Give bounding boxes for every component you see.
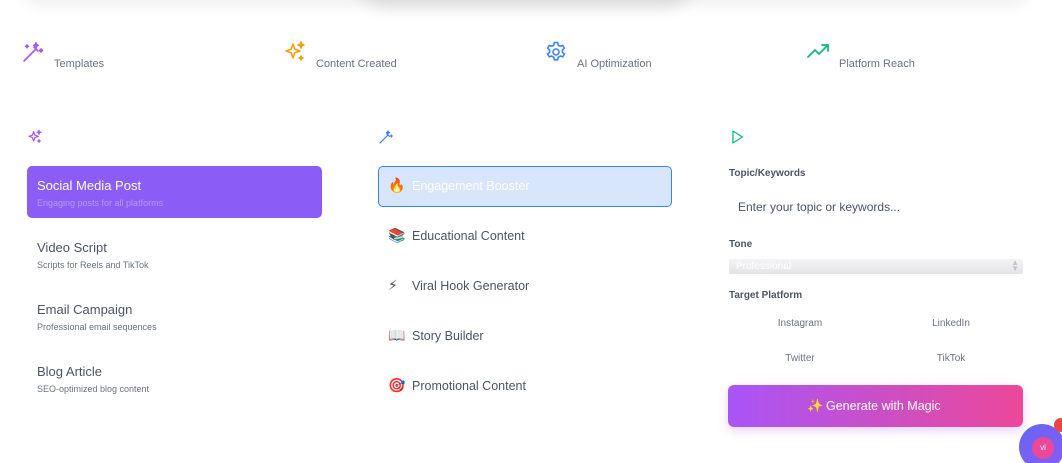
lightning-icon: ⚡ <box>388 277 398 293</box>
open-book-icon: 📖 <box>388 327 406 343</box>
content-type-title: Email Campaign <box>37 302 133 317</box>
trending-up-icon <box>807 44 829 58</box>
style-promotional-content[interactable]: 🎯 Promotional Content <box>378 366 672 407</box>
style-label: Viral Hook Generator <box>412 279 530 293</box>
gear-icon <box>546 41 566 61</box>
stat-label: Templates <box>54 58 105 70</box>
content-type-blog-article[interactable]: Blog Article SEO-optimized blog content <box>27 352 322 404</box>
generate-button-label: Generate with Magic <box>826 399 941 413</box>
content-type-title: Blog Article <box>37 364 103 379</box>
notification-dot <box>1054 418 1062 432</box>
content-type-email-campaign[interactable]: Email Campaign Professional email sequen… <box>27 290 322 342</box>
platform-option-linkedin[interactable]: LinkedIn <box>891 318 1011 329</box>
platform-option-tiktok[interactable]: TikTok <box>891 353 1011 364</box>
play-icon <box>732 130 743 144</box>
tone-value: Professional <box>736 261 792 272</box>
content-type-subtitle: Professional email sequences <box>37 322 157 332</box>
style-educational-content[interactable]: 📚 Educational Content <box>378 216 672 257</box>
style-label: Engagement Booster <box>412 179 530 193</box>
topic-label: Topic/Keywords <box>729 168 806 179</box>
style-label: Educational Content <box>412 229 525 243</box>
avatar: vi <box>1032 437 1054 459</box>
generate-button[interactable]: ✨ Generate with Magic <box>728 385 1023 427</box>
target-icon: 🎯 <box>388 377 406 393</box>
stat-label: Content Created <box>316 58 397 70</box>
style-story-builder[interactable]: 📖 Story Builder <box>378 316 672 357</box>
platform-option-twitter[interactable]: Twitter <box>740 353 860 364</box>
stat-label: Platform Reach <box>839 58 915 70</box>
magic-wand-icon <box>379 130 393 144</box>
platform-option-instagram[interactable]: Instagram <box>740 318 860 329</box>
sparkles-icon: ✨ <box>807 398 824 413</box>
select-arrows-icon: ▲ ▼ <box>1011 258 1019 273</box>
tone-label: Tone <box>729 239 753 250</box>
fire-icon: 🔥 <box>388 177 406 193</box>
content-type-video-script[interactable]: Video Script Scripts for Reels and TikTo… <box>27 228 322 280</box>
content-type-subtitle: Engaging posts for all platforms <box>37 198 164 208</box>
content-type-social-media-post[interactable]: Social Media Post Engaging posts for all… <box>27 166 322 218</box>
content-type-title: Social Media Post <box>37 178 142 193</box>
tone-select[interactable]: Professional ▲ ▼ <box>729 259 1023 274</box>
topic-input[interactable] <box>729 192 1023 222</box>
magic-wand-icon <box>23 42 44 62</box>
style-label: Promotional Content <box>412 379 526 393</box>
books-icon: 📚 <box>388 227 406 243</box>
stat-label: AI Optimization <box>577 58 652 70</box>
sparkles-icon <box>28 129 42 143</box>
platform-label: Target Platform <box>729 290 803 301</box>
style-viral-hook-generator[interactable]: ⚡ Viral Hook Generator <box>378 266 672 307</box>
style-engagement-booster[interactable]: 🔥 Engagement Booster <box>378 166 672 207</box>
content-type-subtitle: SEO-optimized blog content <box>37 384 150 394</box>
sparkles-icon <box>285 41 305 61</box>
content-type-title: Video Script <box>37 240 107 255</box>
style-label: Story Builder <box>412 329 484 343</box>
content-type-subtitle: Scripts for Reels and TikTok <box>37 260 149 270</box>
